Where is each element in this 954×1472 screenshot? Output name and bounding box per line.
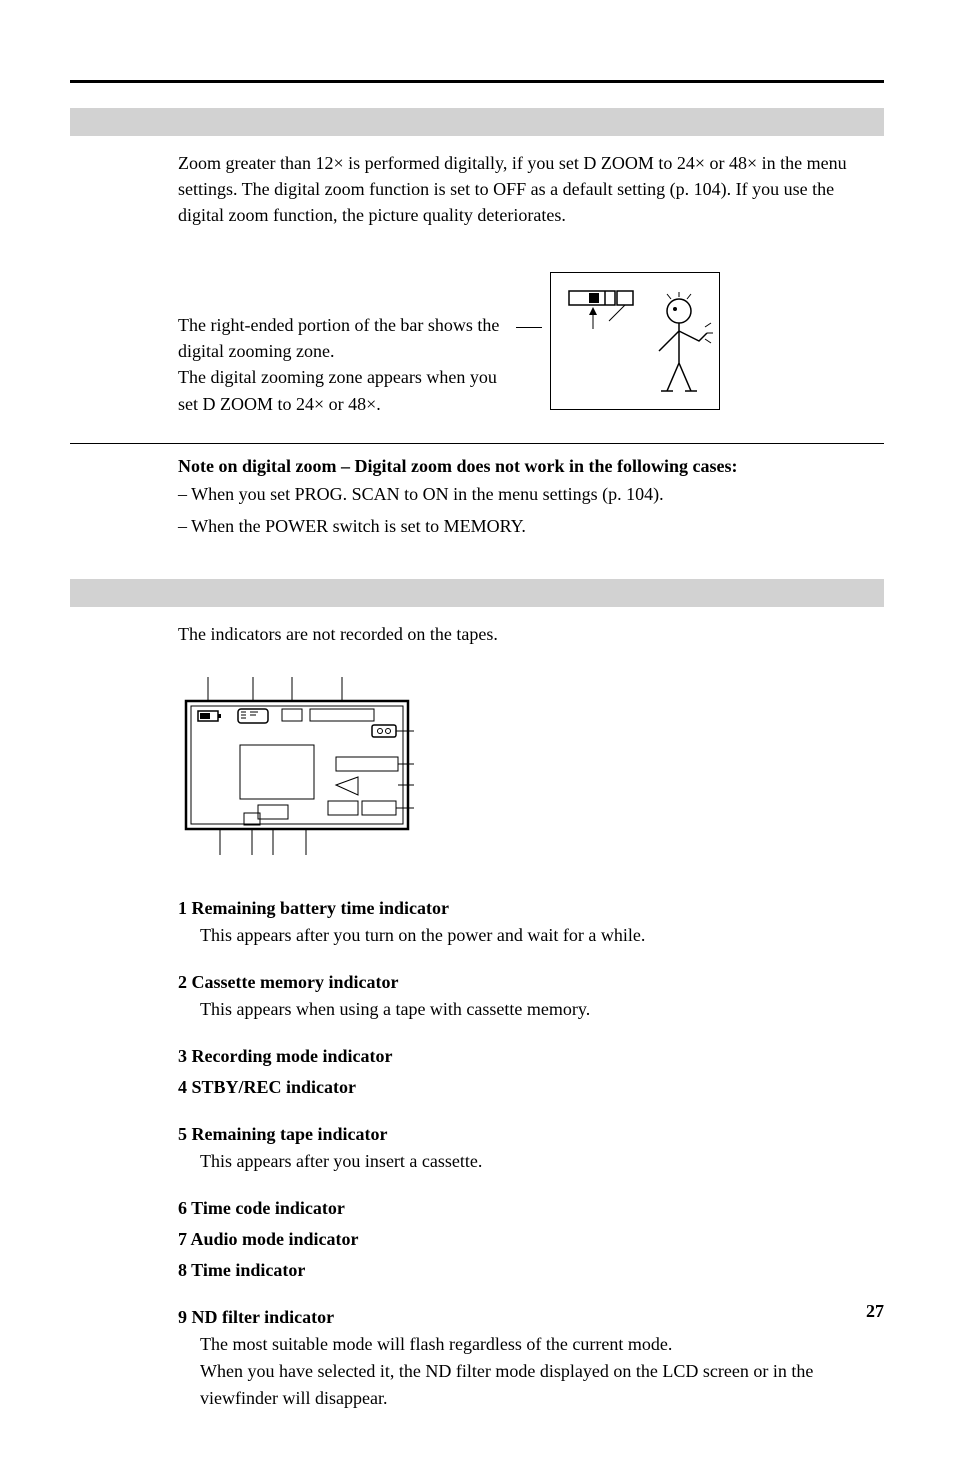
zoom-subrule — [70, 443, 884, 444]
zoom-pointer-line — [516, 327, 542, 328]
item-1-dd: This appears after you turn on the power… — [200, 922, 884, 949]
zoom-note-1: – When you set PROG. SCAN to ON in the m… — [178, 481, 884, 507]
section-bar-indicators — [70, 579, 884, 607]
item-8-dt: 8 Time indicator — [178, 1257, 884, 1284]
item-7-dt: 7 Audio mode indicator — [178, 1226, 884, 1253]
zoom-paragraph: Zoom greater than 12× is performed digit… — [178, 150, 884, 228]
zoom-note-head: Note on digital zoom – Digital zoom does… — [178, 456, 884, 477]
page-number: 27 — [866, 1301, 884, 1322]
item-3-dt: 3 Recording mode indicator — [178, 1043, 884, 1070]
zoom-note-2: – When the POWER switch is set to MEMORY… — [178, 513, 884, 539]
item-2-dt: 2 Cassette memory indicator — [178, 969, 884, 996]
indicators-subtitle: The indicators are not recorded on the t… — [178, 621, 884, 647]
item-5-dt: 5 Remaining tape indicator — [178, 1121, 884, 1148]
indicators-diagram — [178, 665, 884, 865]
indicator-list: 1 Remaining battery time indicator This … — [178, 895, 884, 1412]
item-5-dd: This appears after you insert a cassette… — [200, 1148, 884, 1175]
zoom-caption: The right-ended portion of the bar shows… — [178, 312, 508, 416]
zoom-illustration: The right-ended portion of the bar shows… — [178, 272, 884, 416]
item-2-dd: This appears when using a tape with cass… — [200, 996, 884, 1023]
section-bar-zoom — [70, 108, 884, 136]
item-9-dd: The most suitable mode will flash regard… — [200, 1331, 884, 1412]
item-1-dt: 1 Remaining battery time indicator — [178, 895, 884, 922]
top-rule — [70, 80, 884, 83]
zoom-caption-line1: The right-ended portion of the bar shows… — [178, 315, 499, 361]
item-4-dt: 4 STBY/REC indicator — [178, 1074, 884, 1101]
item-9-dt: 9 ND filter indicator — [178, 1304, 884, 1331]
zoom-caption-line2: The digital zooming zone appears when yo… — [178, 367, 497, 413]
item-6-dt: 6 Time code indicator — [178, 1195, 884, 1222]
indicators-diagram-icon — [178, 665, 418, 865]
zoom-diagram-icon — [550, 272, 720, 410]
